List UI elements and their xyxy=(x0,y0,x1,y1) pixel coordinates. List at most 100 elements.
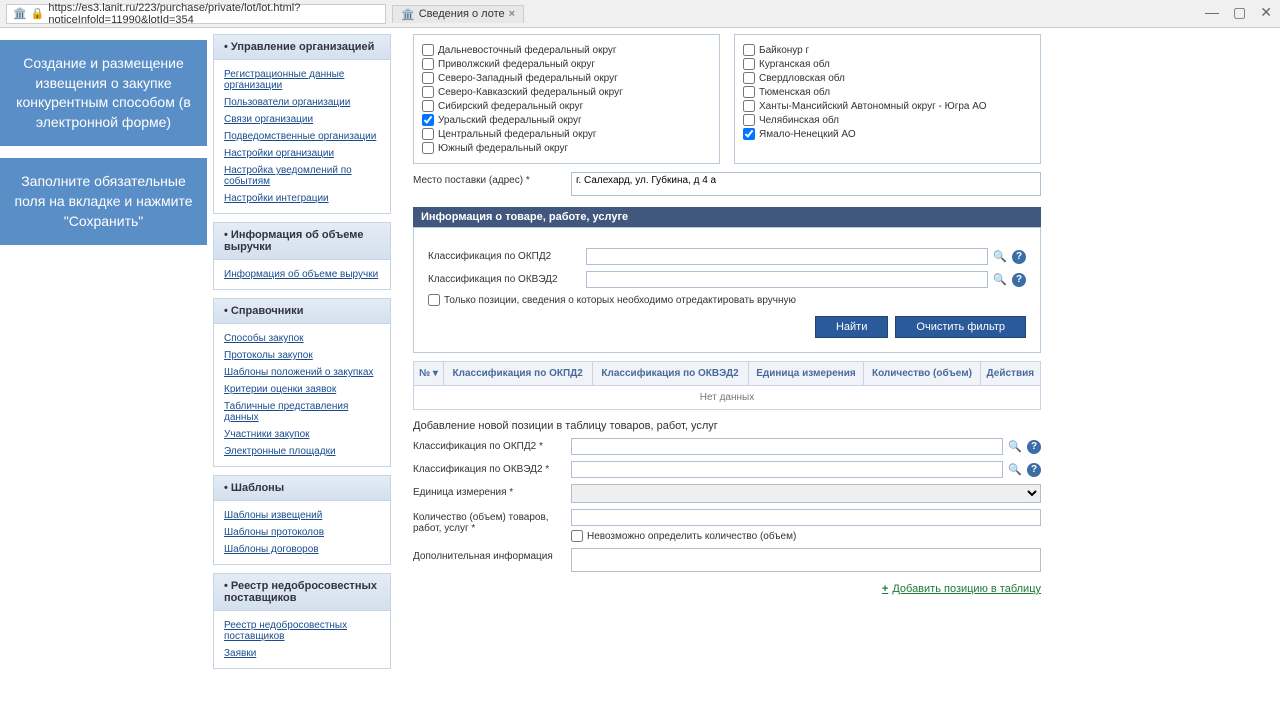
region-checkbox[interactable] xyxy=(743,44,755,56)
url-bar[interactable]: 🏛️ 🔒 https://es3.lanit.ru/223/purchase/p… xyxy=(6,4,386,24)
addpos-qty-label: Количество (объем) товаров, работ, услуг… xyxy=(413,509,563,534)
addpos-qty-unknown-checkbox[interactable] xyxy=(571,530,583,542)
sidebar-link[interactable]: Реестр недобросовестных поставщиков xyxy=(224,617,380,645)
table-header[interactable]: Единица измерения xyxy=(748,362,864,386)
region-item[interactable]: Центральный федеральный округ xyxy=(422,127,711,141)
max-icon[interactable]: ▢ xyxy=(1233,4,1246,21)
region-item[interactable]: Уральский федеральный округ xyxy=(422,113,711,127)
region-item[interactable]: Байконур г xyxy=(743,43,1032,57)
region-checkbox[interactable] xyxy=(743,58,755,70)
search-icon[interactable]: 🔍 xyxy=(1007,439,1023,455)
sidebar-link[interactable]: Участники закупок xyxy=(224,426,380,443)
filter-okpd2-input[interactable] xyxy=(586,248,988,265)
table-header[interactable]: Классификация по ОКПД2 xyxy=(443,362,592,386)
addpos-qty-unknown[interactable]: Невозможно определить количество (объем) xyxy=(571,530,1041,542)
region-checkbox[interactable] xyxy=(422,72,434,84)
region-checkbox[interactable] xyxy=(743,86,755,98)
sidebar-link[interactable]: Шаблоны договоров xyxy=(224,541,380,558)
region-item[interactable]: Свердловская обл xyxy=(743,71,1032,85)
addpos-unit-select[interactable] xyxy=(571,484,1041,503)
sidebar-link[interactable]: Шаблоны протоколов xyxy=(224,524,380,541)
sidebar-link[interactable]: Настройка уведомлений по событиям xyxy=(224,162,380,190)
delivery-address-row: Место поставки (адрес) * xyxy=(413,172,1041,199)
search-icon[interactable]: 🔍 xyxy=(1007,462,1023,478)
table-header[interactable]: Количество (объем) xyxy=(864,362,980,386)
browser-tab[interactable]: 🏛️ Сведения о лоте × xyxy=(392,5,524,23)
region-checkbox[interactable] xyxy=(422,114,434,126)
close-icon[interactable]: × xyxy=(509,8,515,20)
sidebar-link[interactable]: Регистрационные данные организации xyxy=(224,66,380,94)
region-label: Северо-Кавказский федеральный округ xyxy=(438,87,623,98)
clear-filter-button[interactable]: Очистить фильтр xyxy=(895,316,1026,338)
help-icon[interactable]: ? xyxy=(1027,440,1041,454)
window-controls: — ▢ ✕ xyxy=(1205,4,1272,21)
sidebar-link[interactable]: Связи организации xyxy=(224,111,380,128)
sidebar-link[interactable]: Способы закупок xyxy=(224,330,380,347)
table-header[interactable]: Действия xyxy=(980,362,1040,386)
region-col-2: Байконур гКурганская обл Свердловская обл… xyxy=(734,34,1041,164)
sidebar-link[interactable]: Заявки xyxy=(224,645,380,662)
table-header[interactable]: № ▾ xyxy=(414,362,444,386)
sidebar-group-title[interactable]: • Управление организацией xyxy=(214,35,390,60)
browser-chrome: 🏛️ 🔒 https://es3.lanit.ru/223/purchase/p… xyxy=(0,0,1280,28)
region-checkbox[interactable] xyxy=(743,72,755,84)
region-checkbox[interactable] xyxy=(743,114,755,126)
sidebar-link[interactable]: Критерии оценки заявок xyxy=(224,381,380,398)
region-item[interactable]: Приволжский федеральный округ xyxy=(422,57,711,71)
region-item[interactable]: Северо-Кавказский федеральный округ xyxy=(422,85,711,99)
sidebar-group-title[interactable]: • Информация об объеме выручки xyxy=(214,223,390,260)
region-checkbox[interactable] xyxy=(743,128,755,140)
region-item[interactable]: Ханты-Мансийский Автономный округ - Югра… xyxy=(743,99,1032,113)
sidebar: • Управление организацией Регистрационные… xyxy=(207,28,397,683)
filter-onlyedit[interactable]: Только позиции, сведения о которых необх… xyxy=(428,294,1026,306)
table-header[interactable]: Классификация по ОКВЭД2 xyxy=(592,362,748,386)
delivery-address-input[interactable] xyxy=(571,172,1041,196)
sidebar-link[interactable]: Шаблоны положений о закупках xyxy=(224,364,380,381)
help-icon[interactable]: ? xyxy=(1012,273,1026,287)
sidebar-link[interactable]: Электронные площадки xyxy=(224,443,380,460)
region-item[interactable]: Ямало-Ненецкий АО xyxy=(743,127,1032,141)
region-item[interactable]: Тюменская обл xyxy=(743,85,1032,99)
filter-onlyedit-checkbox[interactable] xyxy=(428,294,440,306)
find-button[interactable]: Найти xyxy=(815,316,888,338)
region-label: Свердловская обл xyxy=(759,73,845,84)
addpos-okved2-input[interactable] xyxy=(571,461,1003,478)
addpos-okpd2-input[interactable] xyxy=(571,438,1003,455)
region-item[interactable]: Сибирский федеральный округ xyxy=(422,99,711,113)
search-icon[interactable]: 🔍 xyxy=(992,249,1008,265)
main-content: Дальневосточный федеральный округПриволж… xyxy=(397,28,1057,683)
region-item[interactable]: Курганская обл xyxy=(743,57,1032,71)
close-window-icon[interactable]: ✕ xyxy=(1260,4,1272,21)
region-checkbox[interactable] xyxy=(422,58,434,70)
region-checkbox[interactable] xyxy=(422,100,434,112)
sidebar-link[interactable]: Табличные представления данных xyxy=(224,398,380,426)
add-position-link[interactable]: +Добавить позицию в таблицу xyxy=(882,583,1041,595)
help-icon[interactable]: ? xyxy=(1012,250,1026,264)
addpos-qty-input[interactable] xyxy=(571,509,1041,526)
region-checkbox[interactable] xyxy=(743,100,755,112)
region-checkbox[interactable] xyxy=(422,86,434,98)
region-checkbox[interactable] xyxy=(422,44,434,56)
sidebar-link[interactable]: Информация об объеме выручки xyxy=(224,266,380,283)
sidebar-link[interactable]: Настройки интеграции xyxy=(224,190,380,207)
addpos-extra-input[interactable] xyxy=(571,548,1041,572)
sidebar-link[interactable]: Протоколы закупок xyxy=(224,347,380,364)
region-selection: Дальневосточный федеральный округПриволж… xyxy=(413,34,1041,164)
region-checkbox[interactable] xyxy=(422,128,434,140)
sidebar-group-title[interactable]: • Шаблоны xyxy=(214,476,390,501)
region-item[interactable]: Северо-Западный федеральный округ xyxy=(422,71,711,85)
sidebar-link[interactable]: Подведомственные организации xyxy=(224,128,380,145)
search-icon[interactable]: 🔍 xyxy=(992,272,1008,288)
region-checkbox[interactable] xyxy=(422,142,434,154)
sidebar-link[interactable]: Шаблоны извещений xyxy=(224,507,380,524)
sidebar-group-title[interactable]: • Справочники xyxy=(214,299,390,324)
sidebar-link[interactable]: Настройки организации xyxy=(224,145,380,162)
sidebar-group-title[interactable]: • Реестр недобросовестных поставщиков xyxy=(214,574,390,611)
sidebar-link[interactable]: Пользователи организации xyxy=(224,94,380,111)
min-icon[interactable]: — xyxy=(1205,4,1219,21)
region-item[interactable]: Южный федеральный округ xyxy=(422,141,711,155)
region-item[interactable]: Челябинская обл xyxy=(743,113,1032,127)
help-icon[interactable]: ? xyxy=(1027,463,1041,477)
filter-okved2-input[interactable] xyxy=(586,271,988,288)
region-item[interactable]: Дальневосточный федеральный округ xyxy=(422,43,711,57)
